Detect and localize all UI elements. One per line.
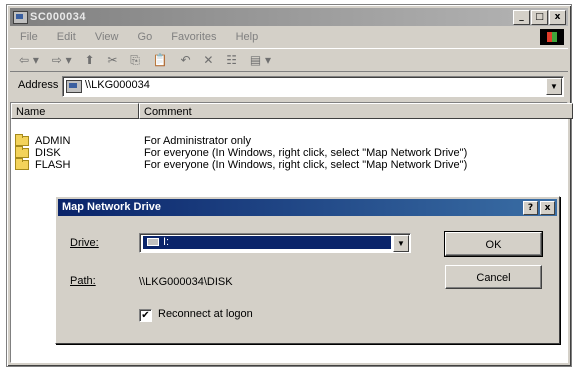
properties-icon[interactable]: ☷	[226, 49, 237, 71]
menu-favorites[interactable]: Favorites	[171, 31, 216, 43]
close-button[interactable]: x	[549, 10, 566, 25]
cut-icon[interactable]: ✂	[107, 49, 117, 71]
drive-selected-value: I:	[143, 236, 391, 249]
menu-go[interactable]: Go	[138, 31, 153, 43]
help-button[interactable]: ?	[523, 201, 538, 215]
menu-view[interactable]: View	[95, 31, 119, 43]
address-input[interactable]: \\LKG000034 ▼	[62, 76, 564, 97]
window-controls: _ □ x	[513, 10, 566, 25]
menu-bar: File Edit View Go Favorites Help	[10, 28, 568, 46]
item-name: FLASH	[35, 159, 71, 171]
minimize-button[interactable]: _	[513, 10, 530, 25]
path-value: \\LKG000034\DISK	[139, 276, 233, 288]
forward-icon[interactable]: ⇨ ▾	[52, 49, 72, 71]
column-header-comment[interactable]: Comment	[139, 103, 573, 119]
network-drive-icon	[147, 238, 159, 247]
item-comment: For everyone (In Windows, right click, s…	[144, 159, 468, 171]
back-icon[interactable]: ⇦ ▾	[19, 49, 39, 71]
address-bar: Address \\LKG000034 ▼	[10, 74, 568, 98]
network-computer-icon	[13, 11, 28, 24]
title-bar[interactable]: SC000034 _ □ x	[10, 8, 568, 26]
undo-icon[interactable]: ↶	[180, 49, 190, 71]
map-network-drive-dialog: Map Network Drive ? x Drive: I: ▼ Path: …	[55, 196, 560, 344]
address-label: Address	[18, 79, 59, 91]
ok-button[interactable]: OK	[444, 231, 543, 257]
dialog-title: Map Network Drive	[62, 201, 162, 213]
dialog-title-bar[interactable]: Map Network Drive ? x	[58, 199, 557, 216]
maximize-button[interactable]: □	[531, 10, 548, 25]
folder-icon	[15, 146, 29, 158]
item-name: DISK	[35, 147, 61, 159]
windows-logo-icon	[540, 29, 564, 45]
up-icon[interactable]: ⬆	[84, 49, 94, 71]
folder-icon	[15, 158, 29, 170]
paste-icon[interactable]: 📋	[153, 49, 168, 71]
views-icon[interactable]: ▤ ▾	[250, 49, 271, 71]
network-computer-icon	[66, 80, 82, 93]
address-value: \\LKG000034	[85, 79, 150, 91]
window-title: SC000034	[30, 11, 86, 23]
list-item[interactable]: ADMIN For Administrator only	[11, 134, 571, 147]
list-item[interactable]: FLASH For everyone (In Windows, right cl…	[11, 158, 571, 171]
drive-value-text: I:	[163, 236, 170, 248]
delete-icon[interactable]: ✕	[203, 49, 213, 71]
reconnect-checkbox[interactable]: ✔	[139, 309, 152, 322]
reconnect-label[interactable]: Reconnect at logon	[158, 308, 253, 320]
item-comment: For Administrator only	[144, 135, 251, 147]
folder-icon	[15, 134, 29, 146]
cancel-button[interactable]: Cancel	[445, 265, 542, 289]
path-label: Path:	[70, 275, 96, 287]
column-header-name[interactable]: Name	[11, 103, 139, 119]
drive-label: Drive:	[70, 237, 99, 249]
menu-help[interactable]: Help	[236, 31, 259, 43]
address-dropdown-button[interactable]: ▼	[546, 78, 562, 95]
menu-file[interactable]: File	[20, 31, 38, 43]
drive-select[interactable]: I: ▼	[139, 233, 411, 253]
drive-dropdown-button[interactable]: ▼	[393, 235, 409, 252]
toolbar: ⇦ ▾ ⇨ ▾ ⬆ ✂ ⎘ 📋 ↶ ✕ ☷ ▤ ▾	[10, 48, 568, 72]
menu-edit[interactable]: Edit	[57, 31, 76, 43]
item-comment: For everyone (In Windows, right click, s…	[144, 147, 468, 159]
list-item[interactable]: DISK For everyone (In Windows, right cli…	[11, 146, 571, 159]
dialog-title-controls: ? x	[523, 201, 555, 215]
item-name: ADMIN	[35, 135, 71, 147]
copy-icon[interactable]: ⎘	[130, 49, 140, 71]
dialog-close-button[interactable]: x	[540, 201, 555, 215]
